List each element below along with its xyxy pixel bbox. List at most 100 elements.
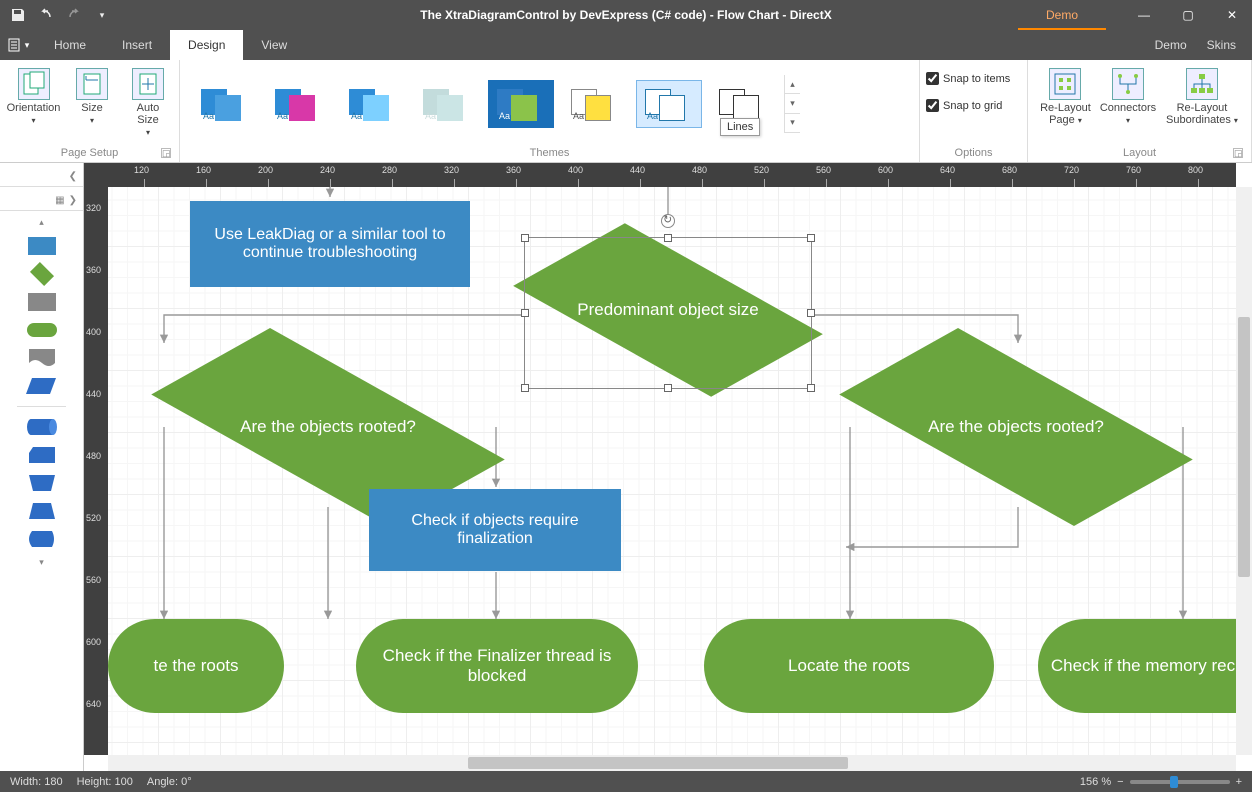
size-button[interactable]: Size▾: [67, 64, 117, 130]
v-scroll-thumb[interactable]: [1238, 317, 1250, 577]
zoom-slider-thumb[interactable]: [1170, 776, 1178, 788]
tab-demo[interactable]: Demo: [1155, 38, 1187, 52]
theme-thumb-5-selected[interactable]: Aa: [488, 80, 554, 128]
shape-trapezoid[interactable]: [26, 499, 58, 523]
options-group-label: Options: [955, 147, 993, 159]
close-button[interactable]: ✕: [1212, 0, 1252, 30]
resize-handle-sw[interactable]: [521, 384, 529, 392]
orientation-button[interactable]: Orientation▾: [6, 64, 61, 130]
tab-home[interactable]: Home: [36, 30, 104, 60]
theme-thumb-3[interactable]: Aa: [340, 80, 406, 128]
theme-scroll[interactable]: ▴▾▾: [784, 75, 800, 133]
resize-handle-nw[interactable]: [521, 234, 529, 242]
zoom-out-icon[interactable]: −: [1117, 776, 1123, 788]
theme-thumb-4[interactable]: Aa: [414, 80, 480, 128]
shape-gray-rect[interactable]: [26, 290, 58, 314]
shape-manual-op[interactable]: [26, 471, 58, 495]
rotate-handle-icon[interactable]: [661, 214, 675, 228]
save-icon[interactable]: [8, 5, 28, 25]
redo-icon[interactable]: [64, 5, 84, 25]
relayout-page-button[interactable]: Re-Layout Page ▾: [1034, 64, 1097, 130]
status-bar: Width: 180 Height: 100 Angle: 0° 156 % −…: [0, 771, 1252, 792]
shape-diamond[interactable]: [26, 262, 58, 286]
app-menu-icon[interactable]: ▾: [0, 37, 36, 53]
canvas-area: 1201602002402803203604004404805205606006…: [84, 163, 1252, 771]
shape-terminator[interactable]: [26, 318, 58, 342]
tab-insert[interactable]: Insert: [104, 30, 170, 60]
shape-document[interactable]: [26, 346, 58, 370]
shapes-expand-icon[interactable]: ▾: [0, 555, 83, 570]
ruler-vertical: 320360400440480520560600640: [84, 187, 108, 755]
theme-thumb-7-hover[interactable]: Aa: [636, 80, 702, 128]
resize-handle-s[interactable]: [664, 384, 672, 392]
connectors-label: Connectors: [1100, 102, 1156, 114]
shape-locate-2[interactable]: Locate the roots: [704, 619, 994, 713]
themes-group-label: Themes: [530, 147, 570, 159]
status-height: Height: 100: [77, 776, 133, 788]
qat-dropdown-icon[interactable]: ▾: [92, 5, 112, 25]
zoom-slider[interactable]: [1130, 780, 1230, 784]
shapes-collapse-icon[interactable]: ▴: [0, 215, 83, 230]
snap-grid-checkbox[interactable]: Snap to grid: [926, 97, 1021, 114]
h-scroll-thumb[interactable]: [468, 757, 848, 769]
shape-card[interactable]: [26, 443, 58, 467]
layout-launcher-icon[interactable]: ◲: [1233, 148, 1243, 158]
horizontal-scrollbar[interactable]: [108, 755, 1236, 771]
vertical-scrollbar[interactable]: [1236, 187, 1252, 755]
relayout-sub-label: Re-Layout Subordinates: [1166, 102, 1231, 126]
resize-handle-se[interactable]: [807, 384, 815, 392]
relayout-page-icon: [1049, 68, 1081, 100]
status-zoom: 156 %: [1080, 776, 1111, 788]
theme-thumb-6[interactable]: Aa: [562, 80, 628, 128]
status-angle: Angle: 0°: [147, 776, 192, 788]
minimize-button[interactable]: —: [1124, 0, 1164, 30]
size-label: Size: [81, 102, 102, 114]
shapes-panel-collapse-icon[interactable]: ❮: [0, 167, 83, 187]
tab-design[interactable]: Design: [170, 30, 243, 60]
connectors-button[interactable]: Connectors▾: [1103, 64, 1153, 130]
resize-handle-e[interactable]: [807, 309, 815, 317]
tab-skins[interactable]: Skins: [1207, 38, 1236, 52]
layout-group-label: Layout: [1123, 147, 1156, 159]
page-setup-group-label: Page Setup: [61, 147, 119, 159]
zoom-in-icon[interactable]: +: [1236, 776, 1242, 788]
resize-handle-ne[interactable]: [807, 234, 815, 242]
theme-thumb-2[interactable]: Aa: [266, 80, 332, 128]
resize-handle-w[interactable]: [521, 309, 529, 317]
window-title: The XtraDiagramControl by DevExpress (C#…: [420, 8, 831, 22]
status-width: Width: 180: [10, 776, 63, 788]
selection-box[interactable]: [524, 237, 812, 389]
shape-leakdiag[interactable]: Use LeakDiag or a similar tool to contin…: [190, 201, 470, 287]
resize-handle-n[interactable]: [664, 234, 672, 242]
autosize-button[interactable]: Auto Size▾: [123, 64, 173, 142]
stencil-icon[interactable]: ▦: [55, 195, 64, 206]
shapes-divider: [17, 406, 67, 407]
relayout-sub-button[interactable]: Re-Layout Subordinates ▾: [1159, 64, 1245, 130]
page-setup-launcher-icon[interactable]: ◲: [161, 148, 171, 158]
shape-cylinder-h[interactable]: [26, 415, 58, 439]
connectors-icon: [1112, 68, 1144, 100]
title-bar: ▾ The XtraDiagramControl by DevExpress (…: [0, 0, 1252, 30]
theme-thumb-1[interactable]: Aa: [192, 80, 258, 128]
demo-badge[interactable]: Demo: [1018, 0, 1106, 30]
shape-parallelogram[interactable]: [26, 374, 58, 398]
theme-tooltip: Lines: [720, 118, 760, 136]
ribbon: Orientation▾ Size▾ Auto Size▾ Page Setup…: [0, 60, 1252, 163]
shape-rectangle[interactable]: [26, 234, 58, 258]
maximize-button[interactable]: ▢: [1168, 0, 1208, 30]
shape-finalize[interactable]: Check if objects require finalization: [369, 489, 621, 571]
shape-reclaimed[interactable]: Check if the memory reclaimed: [1038, 619, 1236, 713]
shape-rooted-right[interactable]: Are the objects rooted?: [850, 343, 1182, 511]
stencil-expand-icon[interactable]: ❯: [69, 195, 77, 206]
shape-display[interactable]: [26, 527, 58, 551]
undo-icon[interactable]: [36, 5, 56, 25]
orientation-label: Orientation: [7, 102, 61, 114]
workspace: ❮ ▦ ❯ ▴ ▾ 1201602002402803203604004404805…: [0, 163, 1252, 771]
shape-locate-1[interactable]: te the roots: [108, 619, 284, 713]
tab-view[interactable]: View: [243, 30, 305, 60]
diagram-canvas[interactable]: Use LeakDiag or a similar tool to contin…: [108, 187, 1236, 755]
snap-items-checkbox[interactable]: Snap to items: [926, 70, 1021, 87]
shape-finalizer[interactable]: Check if the Finalizer thread is blocked: [356, 619, 638, 713]
themes-gallery[interactable]: Aa Aa Aa Aa Aa Aa Aa ▴▾▾: [186, 64, 913, 144]
shape-rooted-left[interactable]: Are the objects rooted?: [162, 343, 494, 511]
